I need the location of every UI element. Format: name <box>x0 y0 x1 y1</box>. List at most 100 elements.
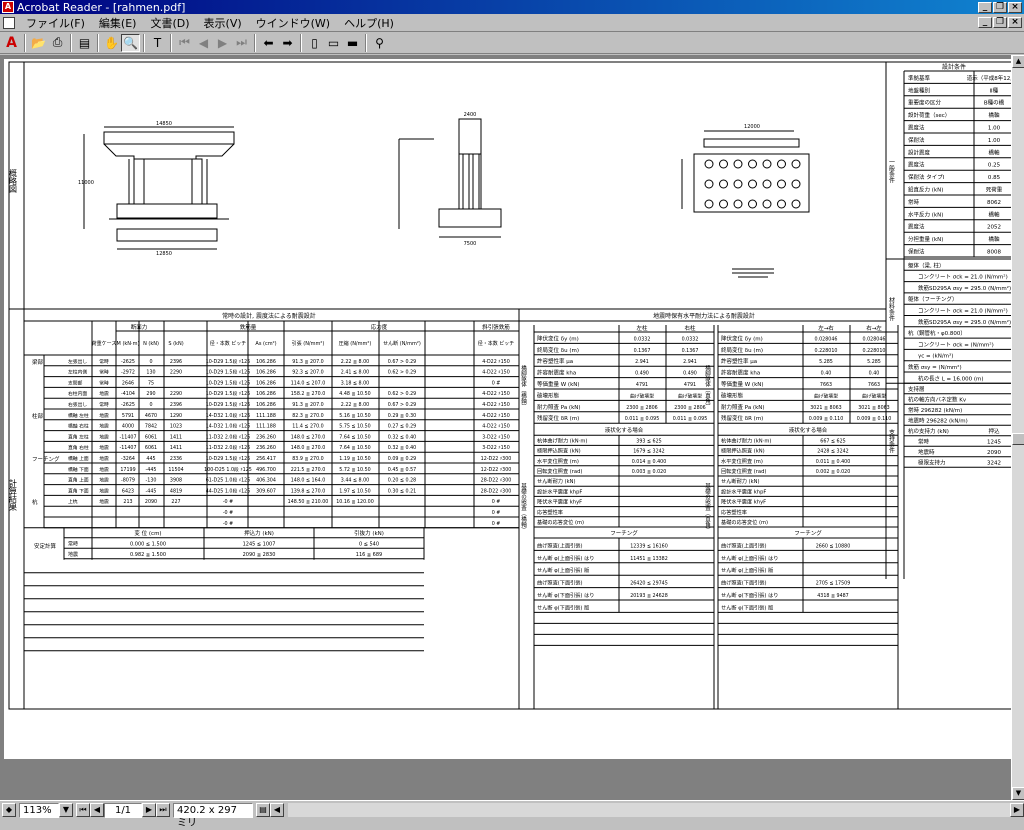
menu-edit[interactable]: 編集(E) <box>92 15 144 31</box>
table-cell: 10-D29 1.5段 ♯125 <box>206 379 251 386</box>
table-cell: -3264 <box>121 456 135 462</box>
footing-row-label: 曲げ照査(下面引張) <box>721 579 767 587</box>
seismic-cell: 0.1367 <box>682 348 699 354</box>
first-page-status-icon[interactable]: ⏮ <box>76 803 90 817</box>
vertical-scrollbar[interactable]: ▲ ▼ <box>1011 55 1024 800</box>
menu-window[interactable]: ウインドウ(W) <box>249 15 337 31</box>
page-number-field[interactable]: 1/1 <box>104 802 142 818</box>
condition-value: 0.85 <box>988 175 1001 181</box>
footing-row-label: せん断 φ(下面引張) 版 <box>537 603 589 611</box>
go-forward-icon[interactable]: ➡ <box>278 34 297 52</box>
minimize-button[interactable]: _ <box>978 1 992 13</box>
table-cell: 6061 <box>145 434 157 440</box>
table-cell: 0.62 > 0.29 <box>388 391 416 397</box>
table-cell: 3-D22 ♯150 <box>482 445 510 451</box>
doc-minimize-button[interactable]: _ <box>978 17 992 28</box>
prev-page-status-icon[interactable]: ◀ <box>90 803 104 817</box>
table-cell: 0.29 ≦ 0.30 <box>388 413 416 419</box>
footing-row-label: せん断 φ(下面引張) はり <box>721 591 778 599</box>
condition-label: 常時 <box>908 198 920 206</box>
menu-help[interactable]: ヘルプ(H) <box>337 15 401 31</box>
subtable-row-label: せん断耐力 (kN) <box>721 477 760 485</box>
close-button[interactable]: × <box>1008 1 1022 13</box>
last-page-status-icon[interactable]: ⏭ <box>156 803 170 817</box>
general-label: 一般条件 <box>888 159 895 184</box>
page-only-icon[interactable]: ▤ <box>75 34 94 52</box>
horizontal-scrollbar[interactable] <box>288 803 1010 817</box>
support-item: 常時 <box>918 437 930 445</box>
table-cell: 148.0 ≦ 164.0 <box>291 478 326 484</box>
column-header: せん断 (N/mm²) <box>383 340 421 347</box>
table-cell: 地震 <box>99 423 109 430</box>
page-layout-icon[interactable]: ▤ <box>256 803 270 817</box>
zoom-field[interactable]: 113% <box>19 802 59 818</box>
pile-circle <box>762 199 772 209</box>
seismic-cell: 0.490 <box>683 371 697 377</box>
hscroll-right-icon[interactable]: ▶ <box>1010 803 1024 817</box>
open-icon[interactable]: 📂 <box>29 34 48 52</box>
footing-row-label: 曲げ照査(上面引張) <box>537 541 583 549</box>
table-cell: 2.41 ≦ 8.00 <box>341 370 369 376</box>
document-viewport[interactable]: 概略図 計算結果 14850 12850 11000 2400 7500 120… <box>0 55 1011 800</box>
scroll-thumb[interactable] <box>1012 433 1024 445</box>
subtable-row-label: 降伏水平震度 khyF <box>721 498 766 506</box>
hand-tool-icon[interactable]: ✋ <box>102 34 121 52</box>
material-item: コンクリート σck = 21.0 (N/mm²) <box>918 274 1008 281</box>
seismic-cell: 5.285 <box>819 359 833 365</box>
table-cell: 左柱内側 <box>68 369 87 376</box>
next-page-icon[interactable]: ▶ <box>213 34 232 52</box>
acrobat-logo-icon[interactable]: A <box>2 34 21 52</box>
next-page-status-icon[interactable]: ▶ <box>142 803 156 817</box>
table-cell: 130 <box>146 370 155 376</box>
menu-file[interactable]: ファイル(F) <box>19 15 92 31</box>
page-arrows-icon[interactable]: ◆ <box>2 803 16 817</box>
table-cell: 0.27 ≦ 0.29 <box>388 424 416 430</box>
menu-document[interactable]: 文書(D) <box>143 15 196 31</box>
table-cell: 496.700 <box>256 467 276 473</box>
actual-size-icon[interactable]: ▯ <box>305 34 324 52</box>
seismic-cell: 0.028046 <box>815 336 838 342</box>
table-cell: 0.62 > 0.29 <box>388 370 416 376</box>
fit-page-icon[interactable]: ▭ <box>324 34 343 52</box>
scroll-up-icon[interactable]: ▲ <box>1012 55 1024 68</box>
pile-circle <box>748 179 757 189</box>
table-cell: 6423 <box>122 488 134 494</box>
find-icon[interactable]: ⚲ <box>370 34 389 52</box>
drawing-sheet: 概略図 計算結果 14850 12850 11000 2400 7500 120… <box>8 61 1011 710</box>
doc-close-button[interactable]: × <box>1008 17 1022 28</box>
pile-circle <box>719 199 728 209</box>
fit-width-icon[interactable]: ▬ <box>343 34 362 52</box>
text-select-icon[interactable]: T <box>148 34 167 52</box>
table-cell: 支間部 <box>68 379 83 386</box>
menu-view[interactable]: 表示(V) <box>197 15 249 31</box>
table-cell: 6061 <box>145 445 157 451</box>
zoom-tool-icon[interactable]: 🔍 <box>121 33 140 52</box>
document-icon[interactable] <box>3 16 15 29</box>
doc-restore-button[interactable]: ❐ <box>993 17 1007 28</box>
restore-button[interactable]: ❐ <box>993 1 1007 13</box>
go-back-icon[interactable]: ⬅ <box>259 34 278 52</box>
footing-row-label: せん断 φ(上面引張) 版 <box>537 566 589 574</box>
previous-page-icon[interactable]: ◀ <box>194 34 213 52</box>
subtable-cell: 0.011 ≦ 0.400 <box>816 459 851 465</box>
seismic-cell: 0.40 <box>821 371 832 377</box>
seismic-cell: 曲げ破壊型 <box>862 392 886 399</box>
subtable-row-label: 応答塑性率 <box>721 508 747 516</box>
seismic-row-label: 許容耐震度 kha <box>721 369 760 377</box>
last-page-icon[interactable]: ⏭ <box>232 34 251 52</box>
table-cell: -4104 <box>121 391 135 397</box>
zoom-dropdown-icon[interactable]: ▼ <box>59 803 73 817</box>
hscroll-left-icon[interactable]: ◀ <box>270 803 284 817</box>
table-cell: 橋軸 左柱 <box>68 412 89 419</box>
scroll-down-icon[interactable]: ▼ <box>1012 787 1024 800</box>
first-page-icon[interactable]: ⏮ <box>175 34 194 52</box>
pile-circle <box>762 179 772 189</box>
seismic-cell: 7663 <box>820 382 832 388</box>
front-height-dim: 11000 <box>78 180 94 186</box>
print-icon[interactable]: ⎙ <box>48 34 67 52</box>
table-cell: 4-D22 ♯150 <box>482 424 510 430</box>
table-cell: 11.4 ≦ 270.0 <box>292 424 323 430</box>
condition-value: 死荷重 <box>986 186 1003 194</box>
seismic-cell: 0.009 ≦ 0.110 <box>857 416 892 422</box>
row-group-label: フーチング <box>32 455 60 463</box>
